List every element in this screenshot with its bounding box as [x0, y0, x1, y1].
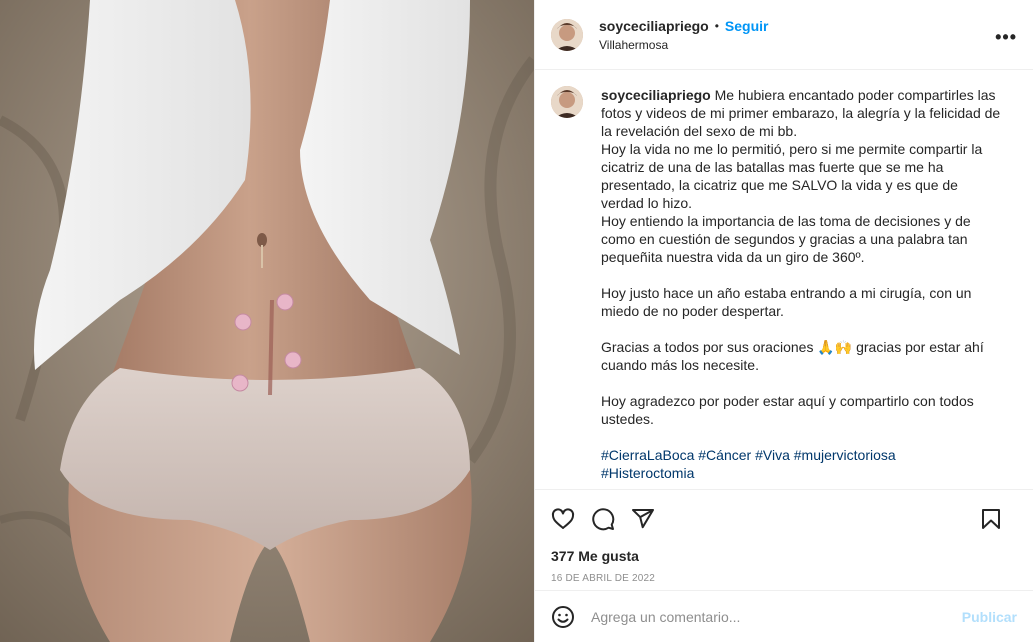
header-top-row: soyceciliapriego • Seguir	[599, 18, 769, 34]
publish-button[interactable]: Publicar	[962, 609, 1017, 625]
follow-button[interactable]: Seguir	[725, 18, 769, 34]
caption-avatar[interactable]	[551, 86, 583, 118]
bookmark-icon[interactable]	[979, 507, 1003, 531]
caption-content: Me hubiera encantado poder compartirles …	[601, 87, 1001, 427]
caption-hashtags[interactable]: #CierraLaBoca #Cáncer #Viva #mujervictor…	[601, 447, 896, 481]
emoji-icon[interactable]	[551, 605, 575, 629]
post-sidebar: soyceciliapriego • Seguir Villahermosa •…	[534, 0, 1033, 642]
avatar[interactable]	[551, 18, 583, 51]
comment-bar: Publicar	[535, 590, 1033, 642]
caption-text: soyceciliapriego Me hubiera encantado po…	[601, 86, 1001, 482]
post-date: 16 DE ABRIL DE 2022	[551, 573, 656, 584]
caption-username-link[interactable]: soyceciliapriego	[601, 87, 711, 103]
comment-input[interactable]	[591, 608, 950, 625]
avatar-image	[551, 18, 583, 51]
post-photo[interactable]	[0, 0, 534, 642]
share-icon[interactable]	[631, 507, 655, 531]
post-header: soyceciliapriego • Seguir Villahermosa •…	[535, 0, 1033, 70]
location-link[interactable]: Villahermosa	[599, 38, 769, 52]
caption-row: soyceciliapriego Me hubiera encantado po…	[551, 86, 1017, 482]
caption-avatar-image	[551, 86, 583, 118]
separator-dot: •	[714, 18, 719, 33]
action-bar	[535, 490, 1033, 548]
post-image-illustration	[0, 0, 534, 642]
likes-count[interactable]: 377 Me gusta	[535, 548, 1033, 564]
more-options-icon[interactable]: •••	[995, 27, 1017, 48]
header-text: soyceciliapriego • Seguir Villahermosa	[599, 18, 769, 52]
comment-icon[interactable]	[591, 507, 615, 531]
caption-scroll-area[interactable]: soyceciliapriego Me hubiera encantado po…	[535, 70, 1033, 490]
instagram-post: soyceciliapriego • Seguir Villahermosa •…	[0, 0, 1033, 642]
heart-icon[interactable]	[551, 507, 575, 531]
username-link[interactable]: soyceciliapriego	[599, 18, 709, 34]
